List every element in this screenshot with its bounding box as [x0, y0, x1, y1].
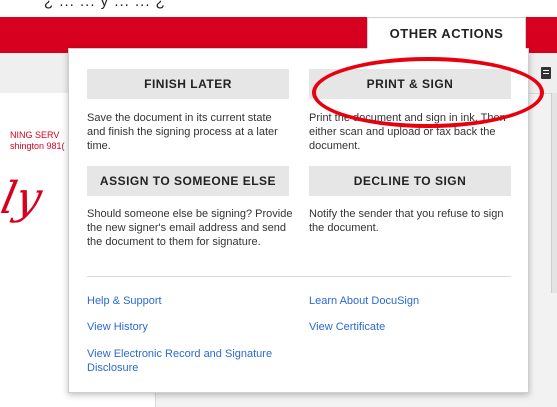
- assign-button[interactable]: ASSIGN TO SOMEONE ELSE: [87, 166, 289, 196]
- print-sign-description: Print the document and sign in ink. Then…: [309, 112, 506, 152]
- view-history-link[interactable]: View History: [87, 320, 148, 334]
- electronic-record-link[interactable]: View Electronic Record and Signature Dis…: [87, 347, 297, 375]
- scrollbar[interactable]: [551, 93, 557, 293]
- decline-description: Notify the sender that you refuse to sig…: [309, 208, 504, 234]
- document-text-line: shington 981(: [10, 141, 65, 151]
- document-text-line: NING SERV: [10, 130, 60, 140]
- decline-button[interactable]: DECLINE TO SIGN: [309, 166, 511, 196]
- document-icon[interactable]: [541, 67, 551, 79]
- other-actions-button[interactable]: OTHER ACTIONS: [367, 17, 526, 48]
- assign-description: Should someone else be signing? Provide …: [87, 208, 293, 248]
- help-support-link[interactable]: Help & Support: [87, 294, 162, 308]
- top-strip: ¿ ... ... y ... ... ¿: [0, 0, 557, 17]
- divider: [87, 276, 511, 277]
- print-sign-button[interactable]: PRINT & SIGN: [309, 69, 511, 99]
- top-strip-text: ¿ ... ... y ... ... ¿: [44, 0, 166, 10]
- learn-docusign-link[interactable]: Learn About DocuSign: [309, 294, 419, 308]
- finish-later-description: Save the document in its current state a…: [87, 112, 278, 152]
- finish-later-button[interactable]: FINISH LATER: [87, 69, 289, 99]
- signature-mark: ly: [0, 173, 47, 224]
- view-certificate-link[interactable]: View Certificate: [309, 320, 385, 334]
- other-actions-panel: FINISH LATER Save the document in its cu…: [68, 48, 529, 393]
